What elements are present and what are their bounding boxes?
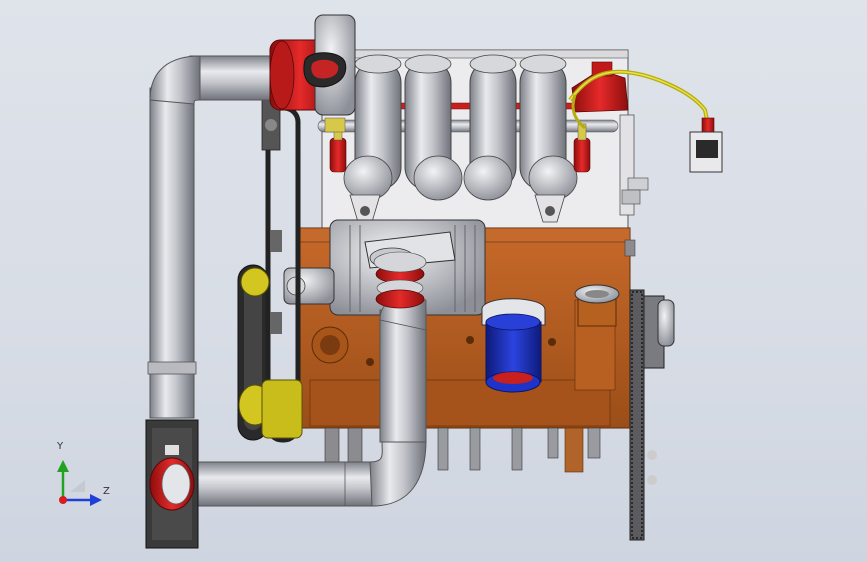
triad-z-label: Z xyxy=(103,486,110,497)
flywheel[interactable] xyxy=(629,289,675,541)
air-filter-housing[interactable] xyxy=(145,419,199,549)
sensor-connector[interactable] xyxy=(689,117,723,173)
cad-viewport[interactable]: Y Z xyxy=(0,0,867,562)
hose-clamps[interactable] xyxy=(373,251,427,309)
triad-y-label: Y xyxy=(57,441,64,452)
crank-pulley[interactable] xyxy=(261,379,303,439)
orientation-triad xyxy=(57,460,102,506)
triad-origin xyxy=(59,496,67,504)
engine-assembly-model[interactable] xyxy=(0,0,867,562)
water-pump-neck[interactable] xyxy=(574,284,620,327)
oil-filter[interactable] xyxy=(481,298,546,393)
throttle-body[interactable] xyxy=(269,14,356,133)
